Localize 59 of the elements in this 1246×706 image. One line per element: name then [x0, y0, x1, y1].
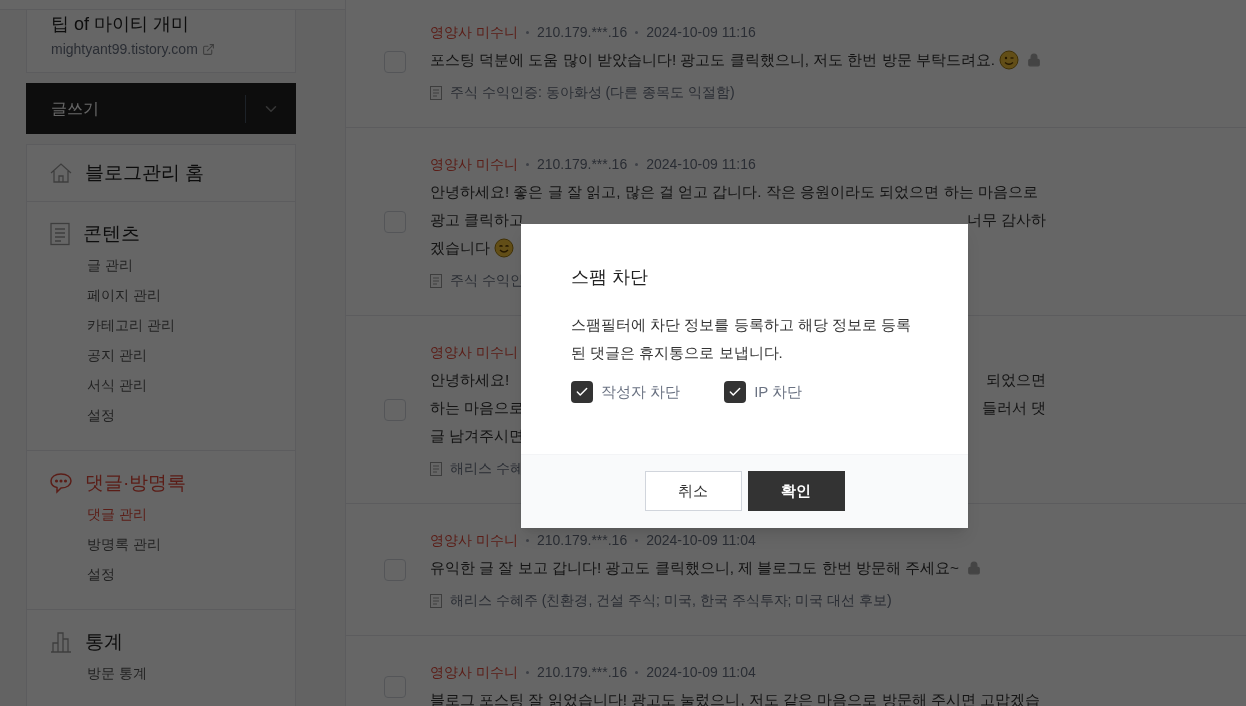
- nav-section-title[interactable]: 콘텐츠: [83, 220, 140, 248]
- bar-chart-icon: [49, 630, 73, 654]
- comment-text: 겠습니다: [430, 238, 490, 258]
- cancel-button[interactable]: 취소: [644, 471, 742, 511]
- option-checkbox[interactable]: [724, 381, 747, 404]
- nav-item[interactable]: 서식 관리: [87, 370, 273, 400]
- nav-item[interactable]: 방문 통계: [87, 658, 273, 688]
- comment-date: 2024-10-09 11:04: [646, 663, 756, 682]
- comment-date: 2024-10-09 11:16: [646, 155, 756, 174]
- document-icon: [49, 222, 71, 246]
- dialog-message: 스팸필터에 차단 정보를 등록하고 해당 정보로 등록된 댓글은 휴지통으로 보냅니다.: [571, 315, 912, 363]
- option-label[interactable]: 작성자 차단: [601, 381, 681, 404]
- comment-text: 너무 감사하: [966, 210, 1046, 230]
- comment-text: 하는 마음으로: [430, 398, 525, 418]
- comment-text: 들러서 댓: [981, 398, 1046, 418]
- home-icon: [49, 161, 73, 185]
- nav-item[interactable]: 공지 관리: [87, 340, 273, 370]
- nav-item[interactable]: 방명록 관리: [87, 529, 273, 559]
- nav-section-title[interactable]: 댓글·방명록: [85, 469, 187, 497]
- comment-author[interactable]: 영양사 미수니: [430, 20, 518, 44]
- nav-item[interactable]: 설정: [87, 400, 273, 430]
- post-link[interactable]: 해리스 수혜주 (친환경, 건설 주식; 미국, 한국 주식투자; 미국 대선 후보): [450, 590, 892, 611]
- post-link[interactable]: 주식 수익인증: 동아화성 (다른 종목도 익절함): [450, 82, 735, 103]
- document-icon: [430, 85, 442, 100]
- write-button[interactable]: 글쓰기: [26, 83, 296, 134]
- comment-text: 유익한 글 잘 보고 갑니다! 광고도 클릭했으니, 제 블로그도 한번 방문해 주세요~: [430, 558, 959, 578]
- comment-ip: 210.179.***.16: [536, 663, 628, 682]
- comment-author[interactable]: 영양사 미수니: [430, 340, 518, 364]
- comment-text: 광고 클릭하고: [430, 210, 525, 230]
- comment-author[interactable]: 영양사 미수니: [430, 528, 518, 552]
- comment-text: 안녕하세요! 좋은 글 잘 읽고, 많은 걸 얻고 갑니다. 작은 응원이라도 되었으면 하는 마음으로: [430, 182, 1038, 202]
- nav-section-title[interactable]: 블로그관리 홈: [85, 159, 205, 187]
- nav-item[interactable]: 카테고리 관리: [87, 310, 273, 340]
- comment-text: 안녕하세요!: [430, 370, 510, 390]
- comment-author[interactable]: 영양사 미수니: [430, 152, 518, 176]
- comment-author[interactable]: 영양사 미수니: [430, 660, 518, 684]
- option-label[interactable]: IP 차단: [754, 381, 803, 404]
- speech-bubble-icon: [49, 472, 73, 494]
- nav-item[interactable]: 글 관리: [87, 250, 273, 280]
- comment-text: 포스팅 덕분에 도움 많이 받았습니다! 광고도 클릭했으니, 저도 한번 방문 부탁드려요.: [430, 50, 996, 70]
- comment-date: 2024-10-09 11:04: [646, 531, 756, 550]
- confirm-button[interactable]: 확인: [747, 471, 845, 511]
- comment-ip: 210.179.***.16: [536, 155, 628, 174]
- nav-item[interactable]: 페이지 관리: [87, 280, 273, 310]
- nav-item[interactable]: 댓글 관리: [87, 499, 273, 529]
- blog-title[interactable]: 팁 of 마이티 개미: [51, 12, 271, 36]
- nav-item[interactable]: 설정: [87, 559, 273, 589]
- document-icon: [430, 273, 442, 288]
- dialog-title: 스팸 차단: [571, 266, 649, 289]
- external-link-icon: [201, 43, 215, 56]
- comment-ip: 210.179.***.16: [536, 531, 628, 550]
- document-icon: [430, 461, 442, 476]
- document-icon: [430, 593, 442, 608]
- comment-text: 되었으면: [986, 370, 1046, 390]
- comment-ip: 210.179.***.16: [536, 23, 628, 42]
- nav-section-title[interactable]: 통계: [85, 628, 123, 656]
- blog-url[interactable]: mightyant99.tistory.com: [51, 39, 198, 60]
- option-checkbox[interactable]: [571, 381, 593, 404]
- comment-date: 2024-10-09 11:16: [646, 23, 756, 42]
